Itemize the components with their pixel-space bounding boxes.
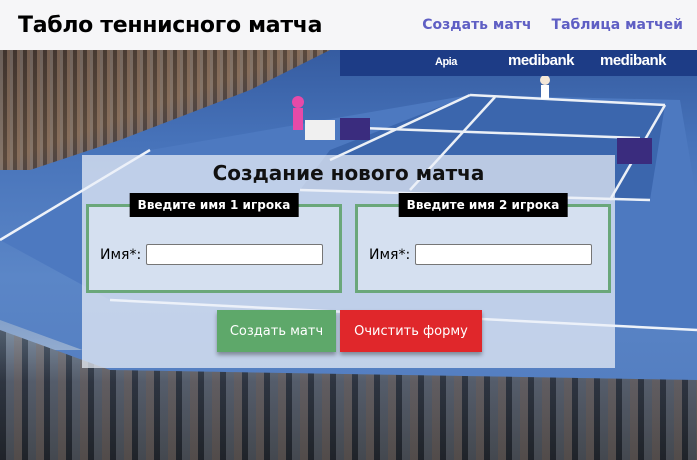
app-title: Табло теннисного матча <box>18 12 323 38</box>
player2-name-label: Имя*: <box>369 246 411 263</box>
clear-form-button[interactable]: Очистить форму <box>340 310 482 352</box>
player2-name-row: Имя*: <box>369 244 593 265</box>
player2-fieldset: Введите имя 2 игрока Имя*: <box>355 193 611 293</box>
main-nav: Создать матч Таблица матчей <box>422 17 683 33</box>
player2-legend: Введите имя 2 игрока <box>398 193 568 217</box>
nav-link-create-match[interactable]: Создать матч <box>422 17 531 33</box>
banner-text: Apia <box>435 56 457 68</box>
nav-link-matches-table[interactable]: Таблица матчей <box>552 17 683 33</box>
form-title: Создание нового матча <box>212 161 485 185</box>
player2-name-input[interactable] <box>415 244 593 265</box>
player1-legend: Введите имя 1 игрока <box>129 193 299 217</box>
sponsor-banner: Apia medibank medibank <box>340 50 697 76</box>
banner-text: medibank <box>508 52 575 69</box>
new-match-form: Создание нового матча Введите имя 1 игро… <box>82 155 615 368</box>
player1-name-input[interactable] <box>146 244 324 265</box>
banner-text: medibank <box>600 52 667 69</box>
player1-fieldset: Введите имя 1 игрока Имя*: <box>86 193 342 293</box>
create-match-button[interactable]: Создать матч <box>217 310 336 352</box>
player1-name-row: Имя*: <box>100 244 324 265</box>
top-header: Табло теннисного матча Создать матч Табл… <box>0 0 697 50</box>
player1-name-label: Имя*: <box>100 246 142 263</box>
